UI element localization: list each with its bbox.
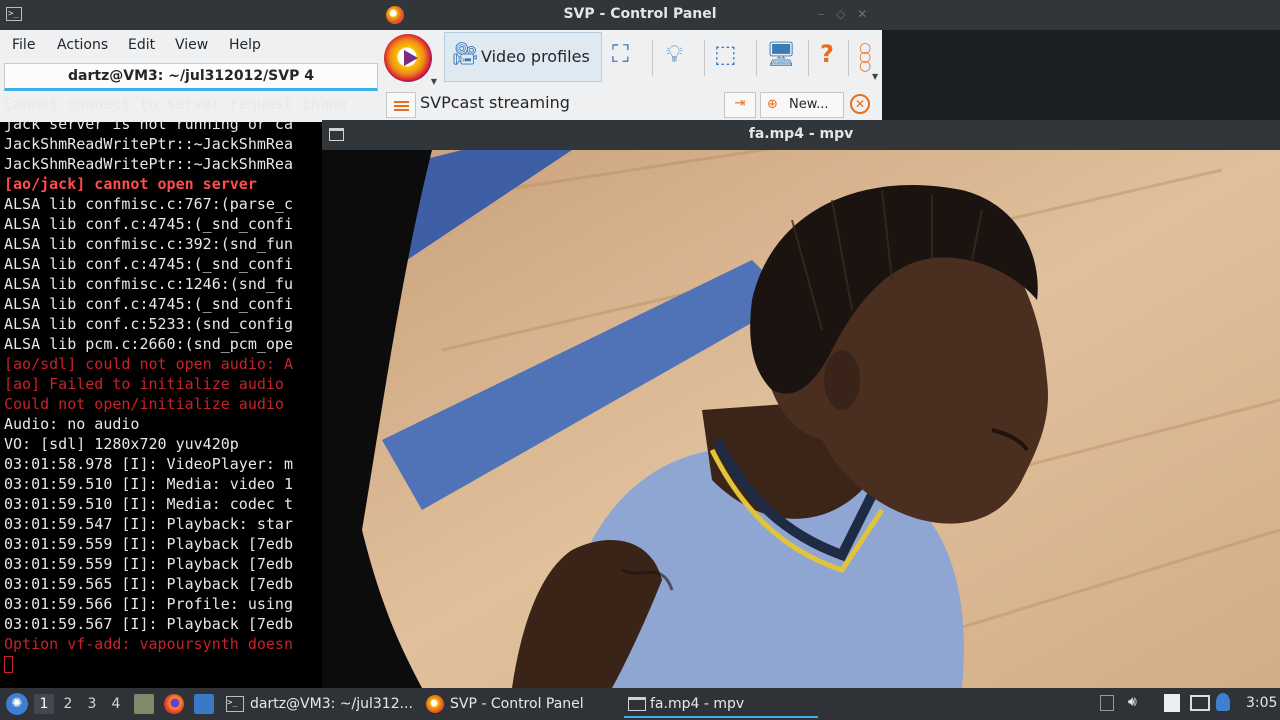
clock[interactable]: 3:05 [1246,695,1277,711]
svp-window-buttons[interactable]: –◇✕ [818,7,879,21]
toolbar-separator [756,40,757,76]
menu-help[interactable]: Help [229,37,261,53]
profile-name[interactable]: SVPcast streaming [420,92,720,120]
terminal-tab-title: dartz@VM3: ~/jul312012/SVP 4 [68,68,314,84]
task-svp[interactable]: SVP - Control Panel [426,690,584,718]
window-icon [628,697,646,711]
scroll-down-icon[interactable]: ▼ [872,72,878,81]
taskbar: ✺ 1 2 3 4 >_ dartz@VM3: ~/jul312... SVP -… [0,688,1280,720]
start-menu-icon[interactable]: ✺ [6,693,28,715]
maximize-icon[interactable]: ◇ [836,7,857,21]
task-terminal-label: dartz@VM3: ~/jul312... [250,696,413,712]
menu-file[interactable]: File [12,37,35,53]
mpv-window[interactable]: fa.mp4 - mpv [322,120,1280,688]
new-profile-label: New... [789,97,829,112]
mpv-window-title: fa.mp4 - mpv [748,126,854,142]
screen-select-icon[interactable]: ⬚ [714,40,737,68]
volume-icon[interactable]: 🔊︎ [1128,694,1137,710]
desktop-1[interactable]: 1 [34,694,54,714]
help-icon[interactable]: ? [820,40,834,68]
mpv-title-bar[interactable]: fa.mp4 - mpv [322,120,1280,150]
svp-control-panel: ▼ 🎥︎ Video profiles ⛶ 💡︎ ⬚ 🖥︎ ? ○ ○ ○ ▼ SV… [380,30,882,120]
lightbulb-icon[interactable]: 💡︎ [666,40,683,68]
show-desktop-icon[interactable] [194,694,214,714]
firefox-icon[interactable] [164,694,184,714]
terminal-menubar: File Actions Edit View Help [0,30,380,60]
video-frame[interactable] [322,150,1280,688]
update-notifier-icon[interactable] [1216,693,1230,711]
terminal-cursor [4,656,13,673]
svp-icon [426,695,444,713]
svp-main-menu-button[interactable]: ▼ [384,34,437,86]
task-svp-label: SVP - Control Panel [450,696,584,712]
basketball-player-frame [322,150,1280,688]
toolbar-separator [652,40,653,76]
svp-window-title: SVP - Control Panel [563,6,717,22]
terminal-line: Cannot connect to server request chann [4,95,348,113]
display-icon[interactable] [1190,695,1210,711]
tray-expander-icon[interactable] [1100,695,1114,711]
profile-settings-icon[interactable]: ⇥ [724,92,756,118]
video-profiles-label: Video profiles [481,47,590,66]
new-profile-icon: ⊕ [767,97,778,112]
task-mpv[interactable]: fa.mp4 - mpv [624,690,818,718]
profile-row: SVPcast streaming ⇥ ⊕ New... ✕ [380,90,882,120]
svp-title-bar[interactable]: >_ SVP - Control Panel –◇✕ [0,0,1280,30]
task-terminal[interactable]: >_ dartz@VM3: ~/jul312... [226,690,413,718]
menu-view[interactable]: View [175,37,208,53]
toolbar-separator [808,40,809,76]
toolbar-separator [848,40,849,76]
clipboard-icon[interactable] [1164,694,1180,712]
profile-close-icon[interactable]: ✕ [850,94,870,114]
desktop-4[interactable]: 4 [106,694,126,714]
dropdown-arrow-icon: ▼ [430,77,437,86]
video-camera-icon: 🎥︎ [451,42,479,67]
terminal-icon: >_ [226,696,244,712]
more-options-icon[interactable]: ○ ○ ○ [859,41,871,73]
close-icon[interactable]: ✕ [857,7,879,21]
monitor-icon[interactable]: 🖥︎ [766,40,796,68]
desktop-2[interactable]: 2 [58,694,78,714]
profile-menu-icon[interactable] [386,92,416,118]
new-profile-button[interactable]: ⊕ New... [760,92,844,118]
video-profiles-tab[interactable]: 🎥︎ Video profiles [444,32,602,82]
file-manager-icon[interactable] [134,694,154,714]
minimize-icon[interactable]: – [818,7,836,21]
terminal-tab[interactable]: dartz@VM3: ~/jul312012/SVP 4 [4,63,378,91]
menu-edit[interactable]: Edit [128,37,155,53]
toolbar-separator [704,40,705,76]
desktop-3[interactable]: 3 [82,694,102,714]
menu-actions[interactable]: Actions [57,37,108,53]
task-mpv-label: fa.mp4 - mpv [650,696,745,712]
crop-icon[interactable]: ⛶ [612,40,629,68]
